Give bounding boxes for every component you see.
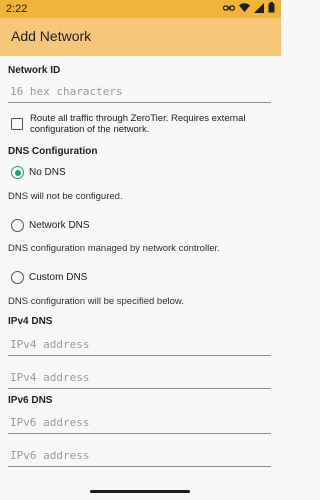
signal-icon — [254, 2, 264, 16]
network-id-label: Network ID — [8, 65, 61, 76]
network-id-field[interactable] — [8, 78, 271, 103]
ipv6-input-1[interactable] — [10, 413, 265, 431]
radio-label: No DNS — [29, 167, 66, 178]
ipv6-input-2[interactable] — [10, 446, 265, 464]
ipv6-field-2[interactable] — [8, 442, 271, 467]
ipv4-field-1[interactable] — [8, 331, 271, 356]
no-dns-description: DNS will not be configured. — [8, 191, 123, 202]
radio-button[interactable] — [11, 166, 24, 179]
network-id-input[interactable] — [10, 82, 265, 100]
route-all-label: Route all traffic through ZeroTier. Requ… — [30, 113, 246, 135]
ipv6-field-1[interactable] — [8, 409, 271, 434]
ipv4-field-2[interactable] — [8, 364, 271, 389]
network-dns-description: DNS configuration managed by network con… — [8, 243, 220, 254]
battery-icon — [268, 2, 275, 16]
page-title: Add Network — [11, 28, 92, 44]
radio-button[interactable] — [11, 219, 24, 232]
ipv4-input-1[interactable] — [10, 335, 265, 353]
app-bar: Add Network — [0, 18, 281, 56]
ipv4-dns-label: IPv4 DNS — [8, 316, 53, 327]
status-icons — [222, 2, 275, 16]
radio-button[interactable] — [11, 271, 24, 284]
status-time: 2:22 — [6, 3, 28, 15]
ipv6-dns-label: IPv6 DNS — [8, 395, 53, 406]
ipv4-input-2[interactable] — [10, 368, 265, 386]
gesture-nav-handle[interactable] — [90, 490, 190, 493]
dns-configuration-label: DNS Configuration — [8, 146, 98, 157]
wifi-icon — [239, 2, 250, 16]
custom-dns-description: DNS configuration will be specified belo… — [8, 296, 184, 307]
radio-label: Custom DNS — [29, 272, 88, 283]
status-bar: 2:22 — [0, 0, 281, 18]
radio-label: Network DNS — [29, 220, 90, 231]
route-all-checkbox[interactable] — [11, 118, 23, 130]
link-icon — [222, 3, 236, 16]
